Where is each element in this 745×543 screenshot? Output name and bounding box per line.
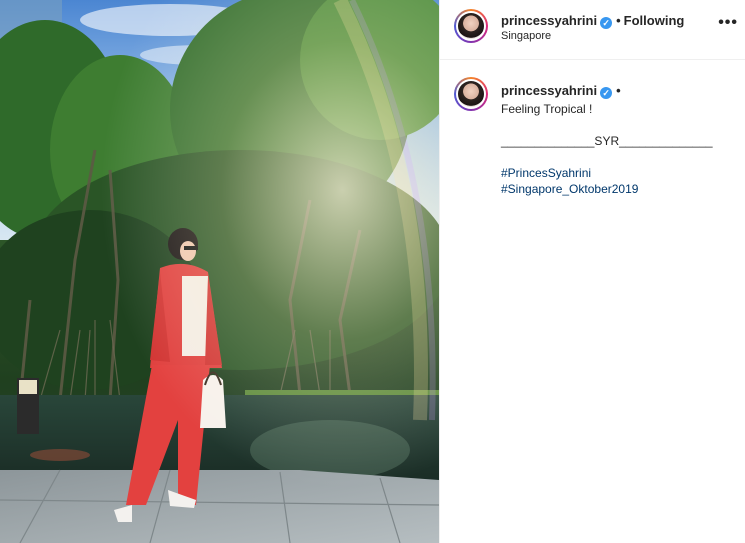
post-photo[interactable]: [0, 0, 439, 543]
verified-badge-icon: ✓: [600, 17, 613, 29]
profile-picture: [458, 81, 484, 107]
username-line: princessyahrini ✓ • Following: [501, 13, 684, 29]
hashtag-link[interactable]: #PrincesSyahrini: [501, 165, 741, 181]
caption-line: ______________SYR______________: [501, 134, 713, 148]
avatar[interactable]: [454, 9, 488, 43]
more-options-icon[interactable]: •••: [718, 14, 738, 32]
caption-username-link[interactable]: princessyahrini: [501, 83, 597, 98]
following-button[interactable]: Following: [624, 13, 685, 28]
photo-illustration: [0, 0, 439, 543]
hashtag-link[interactable]: #Singapore_Oktober2019: [501, 181, 741, 197]
profile-picture: [458, 13, 484, 39]
post-sidebar: princessyahrini ✓ • Following Singapore •••…: [439, 0, 745, 543]
separator-dot: •: [616, 13, 621, 28]
caption-line: Feeling Tropical !: [501, 102, 593, 116]
caption-text: Feeling Tropical ! ______________SYR____…: [501, 101, 741, 197]
username-link[interactable]: princessyahrini: [501, 13, 597, 28]
avatar[interactable]: [454, 77, 488, 111]
separator-dot: •: [616, 83, 621, 98]
verified-badge-icon: ✓: [600, 87, 613, 99]
post-header: princessyahrini ✓ • Following Singapore •••: [440, 0, 745, 60]
location-link[interactable]: Singapore: [501, 30, 551, 42]
caption-username-line: princessyahrini ✓ •: [501, 83, 621, 99]
